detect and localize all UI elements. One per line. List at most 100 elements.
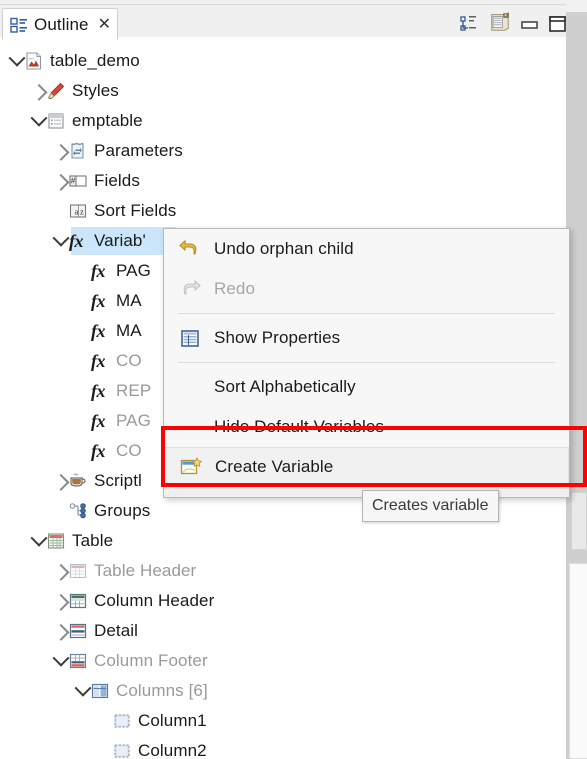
tree-item[interactable]: emptable bbox=[0, 106, 143, 136]
tree-item-label: Styles bbox=[72, 81, 119, 100]
twisty-placeholder bbox=[75, 293, 91, 309]
menu-item[interactable]: Hide Default Variables bbox=[164, 407, 569, 447]
chevron-right-icon[interactable] bbox=[30, 83, 48, 101]
chevron-right-icon[interactable] bbox=[52, 593, 70, 611]
screenshot-root: Outline ✕ table_demo Styles emptable Par… bbox=[0, 0, 587, 759]
tree-item[interactable]: fx PAG bbox=[0, 406, 151, 436]
twisty-placeholder bbox=[53, 203, 69, 219]
twisty-placeholder bbox=[75, 443, 91, 459]
tree-item-label: Column1 bbox=[138, 711, 207, 730]
scriptlets-cup-icon bbox=[69, 472, 87, 490]
tree-item[interactable]: fx Variab' bbox=[0, 226, 146, 256]
tree-item-label: table_demo bbox=[50, 51, 140, 70]
properties-view-icon[interactable] bbox=[489, 11, 511, 33]
tree-item[interactable]: a z Sort Fields bbox=[0, 196, 176, 226]
column-element-icon bbox=[113, 712, 131, 730]
menu-item[interactable]: Show Properties bbox=[164, 318, 569, 358]
tree-item[interactable]: Table bbox=[0, 526, 113, 556]
tree-item-label: Column Header bbox=[94, 591, 215, 610]
fx-icon: fx bbox=[91, 441, 106, 461]
tree-item-label: Table bbox=[72, 531, 114, 550]
maximize-icon[interactable] bbox=[549, 15, 567, 33]
fx-icon: fx bbox=[91, 291, 106, 311]
columns-icon bbox=[91, 682, 109, 700]
tree-item[interactable]: Scriptl bbox=[0, 466, 142, 496]
chevron-down-icon[interactable] bbox=[30, 109, 48, 129]
fx-icon: fx bbox=[91, 381, 106, 401]
svg-text:z: z bbox=[80, 206, 84, 216]
collapse-all-icon[interactable] bbox=[459, 14, 479, 34]
tree-item[interactable]: Column Header bbox=[0, 586, 214, 616]
tree-item-label: PAG bbox=[116, 261, 151, 280]
fx-icon: fx bbox=[91, 261, 106, 281]
tree-item-label: PAG bbox=[116, 411, 151, 430]
tree-item-label: CO bbox=[116, 351, 142, 370]
fx-icon: fx bbox=[69, 231, 84, 251]
tree-item[interactable]: Styles bbox=[0, 76, 119, 106]
styles-brush-icon bbox=[47, 82, 65, 100]
tree-item[interactable]: fx MA bbox=[0, 316, 142, 346]
tree-item-label: REP bbox=[116, 381, 152, 400]
tree-item[interactable]: Groups bbox=[0, 496, 150, 526]
chevron-down-icon[interactable] bbox=[8, 49, 26, 69]
tree-item-label: Fields bbox=[94, 171, 140, 190]
chevron-down-icon[interactable] bbox=[52, 649, 70, 669]
chevron-right-icon[interactable] bbox=[52, 173, 70, 191]
tree-item[interactable]: fx PAG bbox=[0, 256, 151, 286]
table-icon bbox=[47, 532, 65, 550]
tree-item-label: Parameters bbox=[94, 141, 183, 160]
fx-icon: fx bbox=[91, 411, 106, 431]
tree-item[interactable]: Detail bbox=[0, 616, 138, 646]
adjacent-panel-fragment bbox=[571, 492, 587, 550]
chevron-right-icon[interactable] bbox=[52, 623, 70, 641]
twisty-placeholder bbox=[75, 353, 91, 369]
column-element-icon bbox=[113, 742, 131, 759]
tree-item[interactable]: Columns [6] bbox=[0, 676, 208, 706]
tree-item[interactable]: Column2 bbox=[0, 736, 207, 759]
tree-item[interactable]: fx MA bbox=[0, 286, 142, 316]
tree-item-label: emptable bbox=[72, 111, 143, 130]
chevron-right-icon[interactable] bbox=[52, 473, 70, 491]
minimize-icon[interactable] bbox=[521, 16, 539, 34]
tree-item-label: Table Header bbox=[94, 561, 197, 580]
properties-icon bbox=[177, 329, 203, 348]
tree-item[interactable]: Column Footer bbox=[0, 646, 208, 676]
tooltip-text: Creates variable bbox=[372, 497, 489, 514]
tree-item[interactable]: fx CO bbox=[0, 436, 142, 466]
tree-item[interactable]: fx REP bbox=[0, 376, 151, 406]
tree-item[interactable]: Column1 bbox=[0, 706, 207, 736]
tree-item[interactable]: table_demo bbox=[0, 46, 140, 76]
tree-item[interactable]: fx CO bbox=[0, 346, 142, 376]
menu-item[interactable]: Create Variable bbox=[164, 447, 569, 487]
svg-text:a: a bbox=[75, 206, 79, 216]
context-menu[interactable]: Undo orphan child Redo Show Properties So… bbox=[163, 228, 570, 498]
chevron-down-icon[interactable] bbox=[74, 679, 92, 699]
svg-text:#: # bbox=[71, 177, 76, 186]
chevron-down-icon[interactable] bbox=[30, 529, 48, 549]
twisty-placeholder bbox=[75, 413, 91, 429]
tree-item-label: CO bbox=[116, 441, 142, 460]
view-tab-bar: Outline ✕ bbox=[0, 5, 567, 43]
tooltip: Creates variable bbox=[362, 490, 499, 522]
tree-item[interactable]: Parameters bbox=[0, 136, 183, 166]
groups-icon bbox=[69, 502, 87, 520]
tab-outline[interactable]: Outline ✕ bbox=[2, 8, 118, 41]
redo-icon bbox=[177, 279, 203, 299]
menu-item[interactable]: Undo orphan child bbox=[164, 229, 569, 269]
twisty-placeholder bbox=[75, 383, 91, 399]
chevron-right-icon[interactable] bbox=[52, 143, 70, 161]
menu-separator bbox=[178, 313, 555, 314]
dataset-icon bbox=[47, 112, 65, 130]
tree-item[interactable]: # Fields bbox=[0, 166, 140, 196]
twisty-placeholder bbox=[97, 743, 113, 759]
tree-item-label: Scriptl bbox=[94, 471, 142, 490]
tree-item[interactable]: Table Header bbox=[0, 556, 196, 586]
menu-item: Redo bbox=[164, 269, 569, 309]
chevron-down-icon[interactable] bbox=[52, 229, 70, 249]
adjacent-view-fragment bbox=[569, 563, 587, 759]
chevron-right-icon[interactable] bbox=[52, 563, 70, 581]
menu-item[interactable]: Sort Alphabetically bbox=[164, 367, 569, 407]
menu-item-label: Hide Default Variables bbox=[214, 417, 385, 436]
close-icon[interactable]: ✕ bbox=[98, 17, 111, 33]
workbench-background-top bbox=[566, 0, 587, 12]
